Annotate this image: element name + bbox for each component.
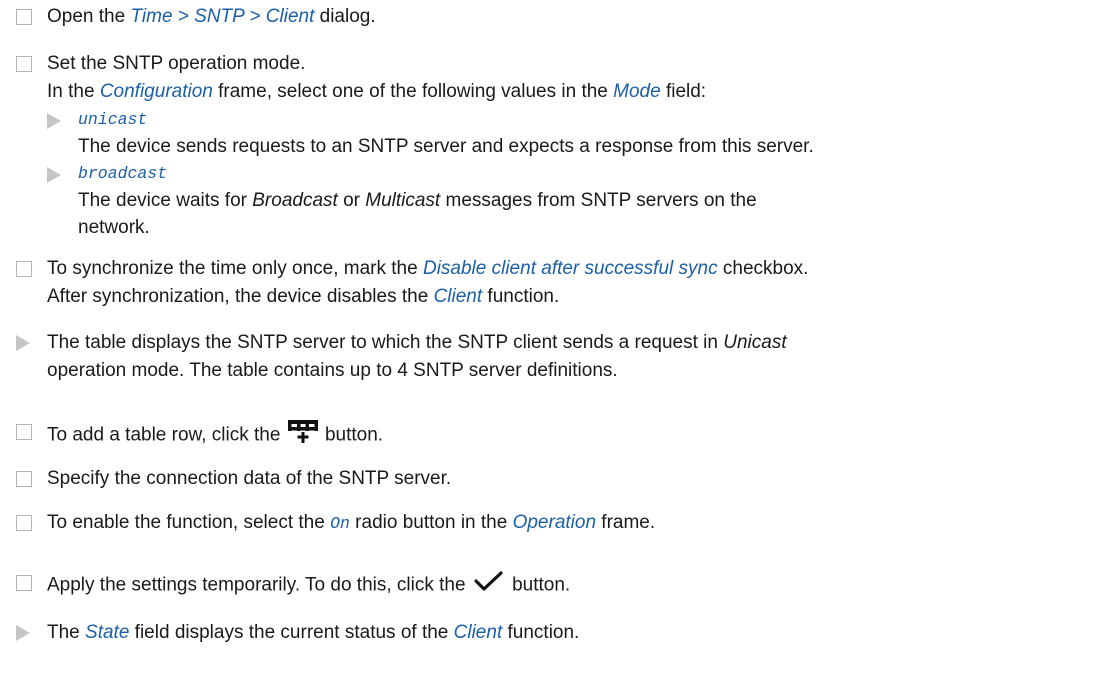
step-text: radio button in the — [349, 512, 513, 533]
checkbox-bullet — [16, 261, 32, 277]
dialog-path-link[interactable]: Time > SNTP > Client — [130, 6, 314, 27]
mode-option-broadcast-desc: The device waits for Broadcast or Multic… — [47, 188, 1101, 214]
configuration-frame-ref: Configuration — [99, 81, 213, 102]
checkbox-bullet — [16, 575, 32, 591]
on-radio-value: On — [330, 514, 350, 533]
result-table-info-2: operation mode. The table contains up to… — [16, 357, 1101, 385]
step-text: Specify the connection data of the SNTP … — [47, 468, 452, 489]
step-text: Set the SNTP operation mode. — [47, 53, 306, 74]
step-text: frame. — [596, 512, 656, 533]
checkbox-bullet — [16, 515, 32, 531]
step-enable: To enable the function, select the On ra… — [16, 509, 1101, 538]
option-value: unicast — [78, 110, 148, 129]
step-sync-once-detail: After synchronization, the device disabl… — [16, 283, 1101, 311]
operation-frame-ref: Operation — [512, 512, 597, 533]
arrow-bullet-icon — [47, 167, 61, 183]
result-table-info: The table displays the SNTP server to wh… — [16, 329, 1101, 357]
option-description: or — [337, 190, 366, 211]
mode-option-broadcast-desc-2: network. — [47, 215, 1101, 241]
arrow-bullet-icon — [47, 113, 61, 129]
step-text: field: — [660, 81, 707, 102]
checkbox-bullet — [16, 9, 32, 25]
step-text: button. — [506, 574, 571, 596]
broadcast-term: Broadcast — [252, 190, 338, 211]
step-set-mode: Set the SNTP operation mode. — [16, 50, 1101, 78]
step-text: Apply the settings temporarily. To do th… — [47, 574, 471, 596]
step-text: To synchronize the time only once, mark … — [47, 258, 423, 279]
unicast-term: Unicast — [723, 332, 787, 353]
step-text: To enable the function, select the — [47, 512, 331, 533]
checkmark-icon[interactable] — [471, 569, 507, 602]
result-state: The State field displays the current sta… — [16, 619, 1101, 647]
step-text: Open the — [47, 6, 131, 27]
client-function-ref: Client — [433, 286, 483, 307]
multicast-term: Multicast — [365, 190, 441, 211]
step-text: To add a table row, click the — [47, 424, 286, 446]
step-add-row: To add a table row, click the button. — [16, 418, 1101, 453]
step-text: After synchronization, the device disabl… — [47, 286, 434, 307]
add-table-row-icon[interactable] — [286, 418, 320, 453]
mode-option-unicast-desc: The device sends requests to an SNTP ser… — [47, 134, 1101, 160]
step-open-dialog: Open the Time > SNTP > Client dialog. — [16, 3, 1101, 31]
step-sync-once: To synchronize the time only once, mark … — [16, 255, 1101, 283]
checkbox-bullet — [16, 56, 32, 72]
step-text: dialog. — [314, 6, 376, 27]
result-text: function. — [502, 622, 580, 643]
step-text: In the — [47, 81, 100, 102]
step-text: checkbox. — [717, 258, 809, 279]
option-description: messages from SNTP servers on the — [440, 190, 757, 211]
result-text: field displays the current status of the — [129, 622, 454, 643]
step-text: button. — [319, 424, 384, 446]
manual-page: Open the Time > SNTP > Client dialog. Se… — [0, 0, 1111, 675]
checkbox-bullet — [16, 424, 32, 440]
step-text: frame, select one of the following value… — [212, 81, 614, 102]
result-text: The table displays the SNTP server to wh… — [47, 332, 724, 353]
checkbox-bullet — [16, 471, 32, 487]
option-description: The device waits for — [78, 190, 253, 211]
mode-field-ref: Mode — [613, 81, 661, 102]
mode-option-broadcast: broadcast — [47, 161, 1101, 187]
mode-option-unicast: unicast — [47, 107, 1101, 133]
option-description: network. — [78, 217, 150, 238]
disable-client-checkbox-ref: Disable client after successful sync — [422, 258, 718, 279]
option-description: The device sends requests to an SNTP ser… — [78, 136, 814, 157]
result-text: The — [47, 622, 86, 643]
step-specify: Specify the connection data of the SNTP … — [16, 465, 1101, 493]
client-function-ref: Client — [453, 622, 503, 643]
step-apply: Apply the settings temporarily. To do th… — [16, 569, 1101, 602]
result-text: operation mode. The table contains up to… — [47, 360, 618, 381]
arrow-bullet-icon — [16, 625, 30, 641]
step-set-mode-detail: In the Configuration frame, select one o… — [16, 78, 1101, 106]
state-field-ref: State — [85, 622, 130, 643]
step-text: function. — [482, 286, 560, 307]
arrow-bullet-icon — [16, 335, 30, 351]
option-value: broadcast — [78, 164, 168, 183]
